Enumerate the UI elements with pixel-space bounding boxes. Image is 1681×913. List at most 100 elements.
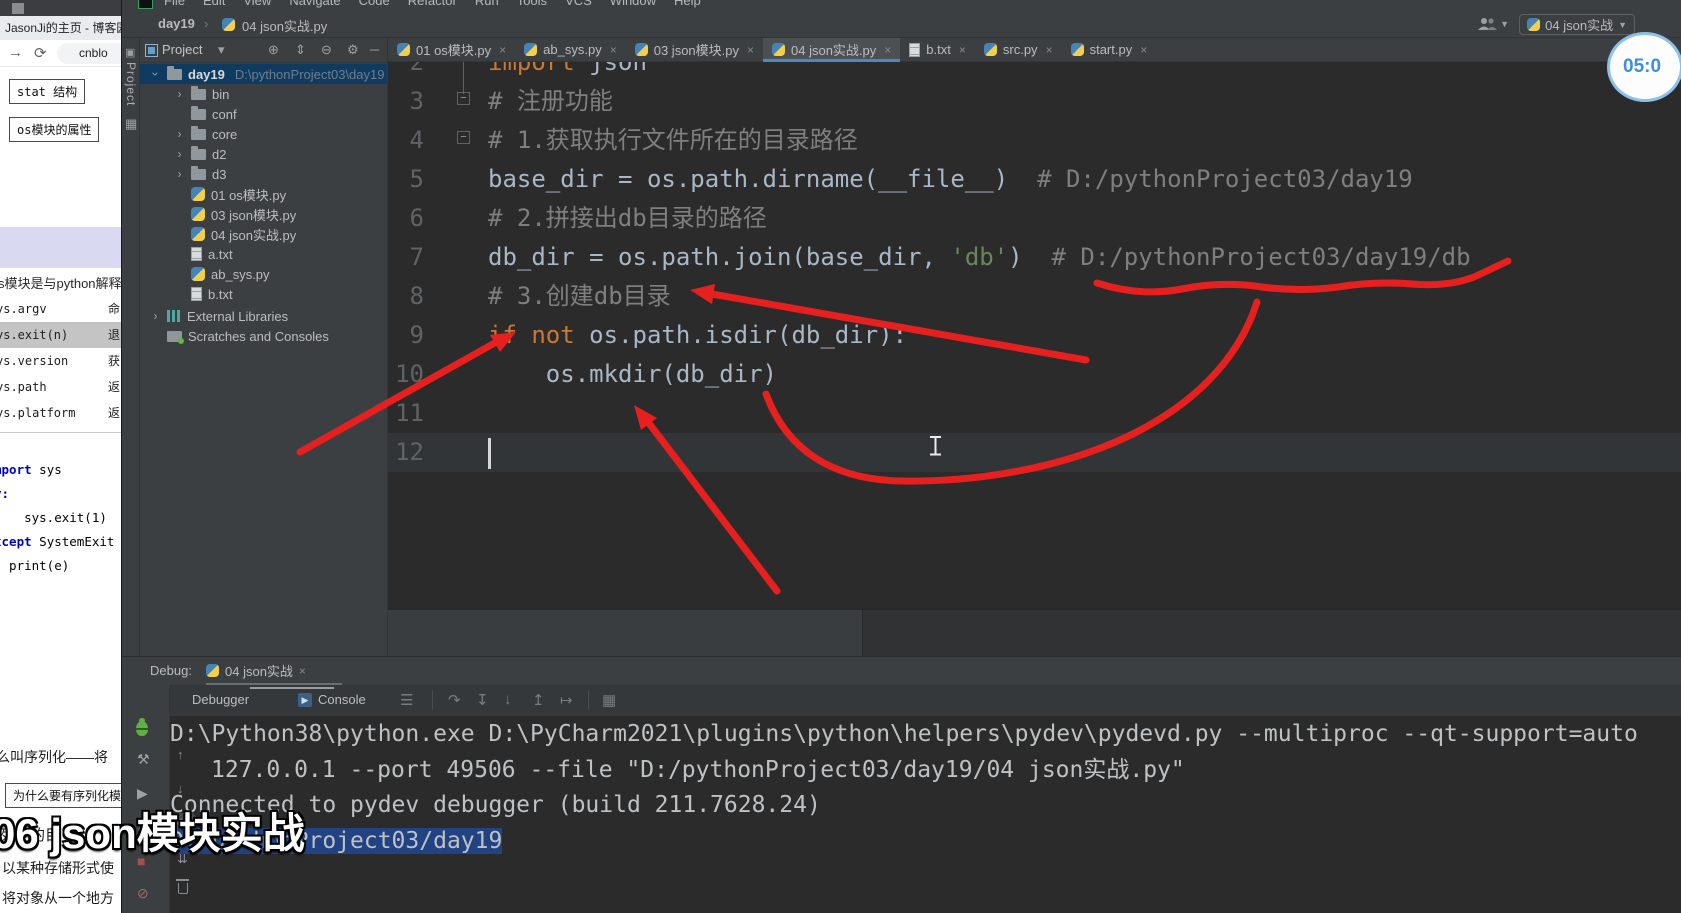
video-caption-overlay: 06 json模块实战: [0, 810, 305, 857]
code-line: 10 os.mkdir(db_dir): [388, 355, 1681, 394]
divider: [0, 432, 121, 433]
editor-tab[interactable]: start.py ×: [1062, 38, 1157, 61]
expand-collapse-icon[interactable]: ⇕: [295, 42, 306, 58]
browser-toolbar: → ⟳ cnblo: [0, 40, 121, 67]
fold-marker-icon[interactable]: −: [457, 131, 470, 144]
reload-icon[interactable]: ⟳: [34, 44, 47, 62]
more-options-icon[interactable]: ☰: [400, 691, 413, 709]
chevron-right-icon[interactable]: ›: [174, 147, 185, 161]
tab-console[interactable]: ▶ Console: [298, 692, 366, 707]
menu-vcs[interactable]: VCS: [565, 0, 592, 8]
chevron-down-icon[interactable]: ▾: [218, 42, 225, 58]
tree-item-label: Scratches and Consoles: [188, 328, 329, 344]
tree-item-ab-sys[interactable]: ›ab_sys.py: [140, 264, 387, 284]
step-into-icon[interactable]: ↓: [504, 691, 512, 708]
browser-window-icon: [12, 3, 24, 14]
step-over-icon[interactable]: ↧: [476, 691, 489, 709]
chevron-right-icon[interactable]: ›: [150, 309, 161, 323]
tree-item-04-json-shizhan[interactable]: ›04 json实战.py: [140, 224, 387, 244]
tree-item-external-libraries[interactable]: › External Libraries: [140, 306, 387, 326]
hide-panel-icon[interactable]: ─: [370, 42, 379, 57]
tree-item-b-txt[interactable]: ›b.txt: [140, 284, 387, 304]
wrench-settings-icon[interactable]: ⚒: [137, 751, 150, 768]
tree-item-core[interactable]: › core: [140, 124, 387, 144]
menu-file[interactable]: File: [164, 0, 185, 8]
tree-item-label: conf: [212, 106, 237, 122]
menu-window[interactable]: Window: [610, 0, 656, 8]
close-icon[interactable]: ×: [499, 43, 506, 57]
run-configuration-selector[interactable]: 04 json实战 ▼: [1519, 14, 1635, 35]
tree-item-path: D:\pythonProject03\day19: [234, 66, 385, 82]
editor-tab[interactable]: 03 json模块.py ×: [626, 38, 763, 61]
project-panel-title[interactable]: Project: [162, 42, 202, 57]
code-line: 2 import json: [388, 62, 1681, 82]
forward-icon[interactable]: →: [8, 44, 23, 61]
browser-tab[interactable]: JasonJi的主页 - 博客园: [0, 16, 121, 40]
chevron-expanded-icon[interactable]: ›: [149, 69, 163, 80]
chevron-down-icon: ▼: [1618, 19, 1627, 30]
menu-tools[interactable]: Tools: [517, 0, 547, 8]
chevron-right-icon[interactable]: ›: [174, 127, 185, 141]
tree-item-bin[interactable]: › bin: [140, 84, 387, 104]
close-icon[interactable]: ×: [1140, 43, 1147, 57]
tree-item-d3[interactable]: › d3: [140, 164, 387, 184]
line-number: 3: [409, 87, 424, 115]
tool-strip-project-label[interactable]: Project: [124, 62, 138, 106]
settings-icon[interactable]: ⚙: [347, 42, 359, 58]
menu-view[interactable]: View: [243, 0, 271, 8]
menu-navigate[interactable]: Navigate: [289, 0, 340, 8]
close-icon[interactable]: ×: [884, 43, 891, 57]
chevron-right-icon[interactable]: ›: [174, 87, 185, 101]
address-bar[interactable]: cnblo: [57, 43, 121, 64]
code-line: 7 db_dir = os.path.join(base_dir, 'db') #…: [388, 238, 1681, 277]
breadcrumb-file[interactable]: 04 json实战.py: [242, 16, 327, 35]
evaluate-expression-icon[interactable]: ▦: [602, 691, 616, 709]
editor-tab-active[interactable]: 04 json实战.py ×: [763, 38, 901, 62]
fold-marker-icon[interactable]: −: [457, 92, 470, 105]
collapse-all-icon[interactable]: ⊖: [321, 42, 332, 58]
tree-item-03-json-module[interactable]: ›03 json模块.py: [140, 204, 387, 224]
breadcrumb-project[interactable]: day19: [158, 16, 195, 31]
tree-item-conf[interactable]: ›conf: [140, 104, 387, 124]
tree-item-day19[interactable]: › day19 D:\pythonProject03\day19: [140, 64, 387, 84]
debug-session-tab[interactable]: 04 json实战 ×: [206, 661, 306, 680]
show-execution-point-icon[interactable]: ↷: [448, 691, 461, 709]
debug-console-output[interactable]: D:\Python38\python.exe D:\PyCharm2021\pl…: [170, 717, 1681, 886]
step-out-icon[interactable]: ↥: [532, 691, 545, 709]
editor-tab[interactable]: b.txt ×: [900, 38, 975, 61]
close-icon[interactable]: ×: [1046, 43, 1053, 57]
tree-item-01-os-module[interactable]: ›01 os模块.py: [140, 184, 387, 204]
tree-item-label: day19: [188, 66, 225, 82]
tree-item-label: core: [212, 126, 238, 142]
close-icon[interactable]: ×: [959, 43, 966, 57]
python-file-icon: [191, 207, 205, 221]
tree-item-scratches[interactable]: ›Scratches and Consoles: [140, 326, 387, 346]
run-to-cursor-icon[interactable]: ↦: [560, 691, 573, 709]
tree-item-a-txt[interactable]: ›a.txt: [140, 244, 387, 264]
line-number: 8: [409, 282, 424, 310]
menu-code[interactable]: Code: [359, 0, 390, 8]
tab-debugger[interactable]: Debugger: [192, 692, 249, 707]
editor-tab[interactable]: ab_sys.py ×: [515, 38, 626, 61]
project-tool-icon[interactable]: ▣: [125, 46, 135, 59]
folder-icon[interactable]: ▦: [125, 116, 137, 132]
menu-help[interactable]: Help: [674, 0, 701, 8]
editor-tab[interactable]: src.py ×: [975, 38, 1062, 61]
collaborators-button[interactable]: ▼: [1478, 17, 1509, 31]
python-file-icon: [634, 43, 648, 56]
menu-edit[interactable]: Edit: [203, 0, 225, 8]
menu-refactor[interactable]: Refactor: [408, 0, 457, 8]
debug-panel-header: Debug: 04 json实战 ×: [122, 657, 1681, 685]
close-icon[interactable]: ×: [747, 43, 754, 57]
mute-breakpoints-icon[interactable]: ⊘: [137, 885, 149, 902]
code-editor[interactable]: 2 import json 3 # 注册功能 4 # 1.获取执行文件所在的目录路径 5 ba…: [388, 62, 1681, 608]
chevron-right-icon[interactable]: ›: [174, 167, 185, 181]
fold-guide-line: [463, 62, 464, 94]
locate-file-icon[interactable]: ⊕: [268, 42, 279, 58]
menu-run[interactable]: Run: [475, 0, 499, 8]
text-file-icon: [191, 247, 202, 261]
close-icon[interactable]: ×: [610, 43, 617, 57]
editor-tab[interactable]: 01 os模块.py ×: [388, 38, 515, 61]
tree-item-d2[interactable]: › d2: [140, 144, 387, 164]
close-icon[interactable]: ×: [299, 664, 306, 678]
